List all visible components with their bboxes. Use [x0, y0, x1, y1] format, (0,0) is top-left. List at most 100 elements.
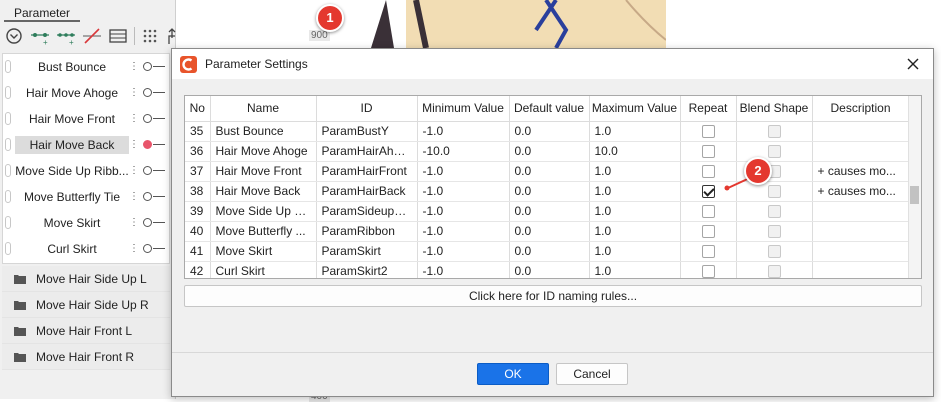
cell-maximum-value[interactable]: 1.0 — [589, 201, 681, 222]
cell-maximum-value[interactable]: 1.0 — [589, 121, 681, 142]
ok-button[interactable]: OK — [477, 363, 549, 385]
cell-name[interactable]: Move Butterfly ... — [210, 221, 317, 242]
cell-description[interactable] — [812, 121, 910, 142]
parameter-knob[interactable] — [143, 62, 152, 71]
group-folder-row[interactable]: Move Hair Front R — [2, 344, 170, 370]
table-row[interactable]: 37 Hair Move Front ParamHairFront -1.0 0.0 1.… — [185, 161, 910, 182]
table-row[interactable]: 36 Hair Move Ahoge ParamHairAhoge -10.0 0.0 1… — [185, 141, 910, 162]
column-header-max[interactable]: Maximum Value — [589, 96, 681, 122]
lock-icon[interactable] — [5, 216, 11, 229]
parameter-row[interactable]: Curl Skirt ⋮ — [3, 236, 169, 262]
group-folder-row[interactable]: Move Hair Side Up L — [2, 266, 170, 292]
lock-icon[interactable] — [5, 112, 11, 125]
parameter-settings-icon[interactable] — [108, 26, 128, 46]
group-folder-row[interactable]: Move Hair Front L — [2, 318, 170, 344]
cell-default-value[interactable]: 0.0 — [509, 201, 590, 222]
table-row[interactable]: 39 Move Side Up Ri... ParamSideupRi... -1.0… — [185, 201, 910, 222]
cell-description[interactable] — [812, 141, 910, 162]
cell-name[interactable]: Curl Skirt — [210, 261, 317, 278]
cell-maximum-value[interactable]: 1.0 — [589, 241, 681, 262]
cell-name[interactable]: Hair Move Back — [210, 181, 317, 202]
cell-maximum-value[interactable]: 1.0 — [589, 161, 681, 182]
cell-maximum-value[interactable]: 1.0 — [589, 261, 681, 278]
cell-id[interactable]: ParamHairAhoge — [316, 141, 418, 162]
cell-id[interactable]: ParamSideupRi... — [316, 201, 418, 222]
repeat-checkbox[interactable] — [701, 165, 715, 179]
cell-name[interactable]: Move Skirt — [210, 241, 317, 262]
lock-icon[interactable] — [5, 190, 11, 203]
cell-id[interactable]: ParamSkirt2 — [316, 261, 418, 278]
parameter-row[interactable]: Move Skirt ⋮ — [3, 210, 169, 236]
blend-shape-checkbox[interactable] — [767, 205, 781, 219]
cell-default-value[interactable]: 0.0 — [509, 141, 590, 162]
table-row[interactable]: 35 Bust Bounce ParamBustY -1.0 0.0 1.0 — [185, 121, 910, 142]
tab-parameter[interactable]: Parameter — [4, 4, 80, 22]
column-header-id[interactable]: ID — [316, 96, 418, 122]
cell-minimum-value[interactable]: -1.0 — [417, 221, 510, 242]
cell-no[interactable]: 37 — [185, 161, 211, 182]
blend-shape-checkbox[interactable] — [767, 145, 781, 159]
parameter-knob[interactable] — [143, 218, 152, 227]
cell-minimum-value[interactable]: -10.0 — [417, 141, 510, 162]
lock-icon[interactable] — [5, 164, 11, 177]
cell-no[interactable]: 35 — [185, 121, 211, 142]
parameter-knob[interactable] — [143, 244, 152, 253]
cell-name[interactable]: Move Side Up Ri... — [210, 201, 317, 222]
cell-minimum-value[interactable]: -1.0 — [417, 201, 510, 222]
cell-no[interactable]: 39 — [185, 201, 211, 222]
dropdown-circle-icon[interactable] — [4, 26, 24, 46]
cell-description[interactable] — [812, 261, 910, 278]
parameter-row[interactable]: Move Side Up Ribb... ⋮ — [3, 158, 169, 184]
column-header-blend-shape[interactable]: Blend Shape — [736, 96, 813, 122]
cell-no[interactable]: 40 — [185, 221, 211, 242]
cell-description[interactable]: + causes mo... — [812, 181, 910, 202]
lock-icon[interactable] — [5, 138, 11, 151]
repeat-checkbox[interactable] — [701, 145, 715, 159]
cell-id[interactable]: ParamHairFront — [316, 161, 418, 182]
repeat-checkbox[interactable] — [701, 125, 715, 139]
column-header-min[interactable]: Minimum Value — [417, 96, 510, 122]
vertical-scrollbar[interactable] — [908, 96, 921, 278]
parameter-knob[interactable] — [143, 166, 152, 175]
parameter-knob[interactable] — [143, 114, 152, 123]
cell-description[interactable] — [812, 241, 910, 262]
column-header-no[interactable]: No — [185, 96, 211, 122]
repeat-checkbox[interactable] — [701, 225, 715, 239]
add-key-icon[interactable]: + — [30, 26, 50, 46]
lock-icon[interactable] — [5, 60, 11, 73]
delete-key-icon[interactable] — [82, 26, 102, 46]
table-row[interactable]: 40 Move Butterfly ... ParamRibbon -1.0 0.0 1.… — [185, 221, 910, 242]
cell-description[interactable]: + causes mo... — [812, 161, 910, 182]
parameter-knob[interactable] — [143, 88, 152, 97]
cell-description[interactable] — [812, 201, 910, 222]
cell-no[interactable]: 42 — [185, 261, 211, 278]
cell-default-value[interactable]: 0.0 — [509, 161, 590, 182]
cell-name[interactable]: Hair Move Ahoge — [210, 141, 317, 162]
cell-default-value[interactable]: 0.0 — [509, 181, 590, 202]
cell-name[interactable]: Bust Bounce — [210, 121, 317, 142]
cell-minimum-value[interactable]: -1.0 — [417, 161, 510, 182]
cell-minimum-value[interactable]: -1.0 — [417, 241, 510, 262]
cell-no[interactable]: 36 — [185, 141, 211, 162]
repeat-checkbox[interactable] — [701, 265, 715, 278]
cell-minimum-value[interactable]: -1.0 — [417, 181, 510, 202]
cell-maximum-value[interactable]: 1.0 — [589, 221, 681, 242]
cell-no[interactable]: 38 — [185, 181, 211, 202]
cell-maximum-value[interactable]: 1.0 — [589, 181, 681, 202]
column-header-default[interactable]: Default value — [509, 96, 590, 122]
blend-shape-checkbox[interactable] — [767, 245, 781, 259]
cell-id[interactable]: ParamSkirt — [316, 241, 418, 262]
column-header-name[interactable]: Name — [210, 96, 317, 122]
parameter-row-selected[interactable]: Hair Move Back ⋮ — [3, 132, 169, 158]
column-header-description[interactable]: Description — [812, 96, 910, 122]
cell-minimum-value[interactable]: -1.0 — [417, 261, 510, 278]
blend-shape-checkbox[interactable] — [767, 185, 781, 199]
blend-shape-checkbox[interactable] — [767, 125, 781, 139]
close-icon[interactable] — [905, 56, 921, 72]
id-naming-rules-button[interactable]: Click here for ID naming rules... — [184, 285, 922, 307]
parameter-row[interactable]: Hair Move Ahoge ⋮ — [3, 80, 169, 106]
blend-shape-checkbox[interactable] — [767, 225, 781, 239]
cell-default-value[interactable]: 0.0 — [509, 121, 590, 142]
lock-icon[interactable] — [5, 86, 11, 99]
cell-default-value[interactable]: 0.0 — [509, 241, 590, 262]
